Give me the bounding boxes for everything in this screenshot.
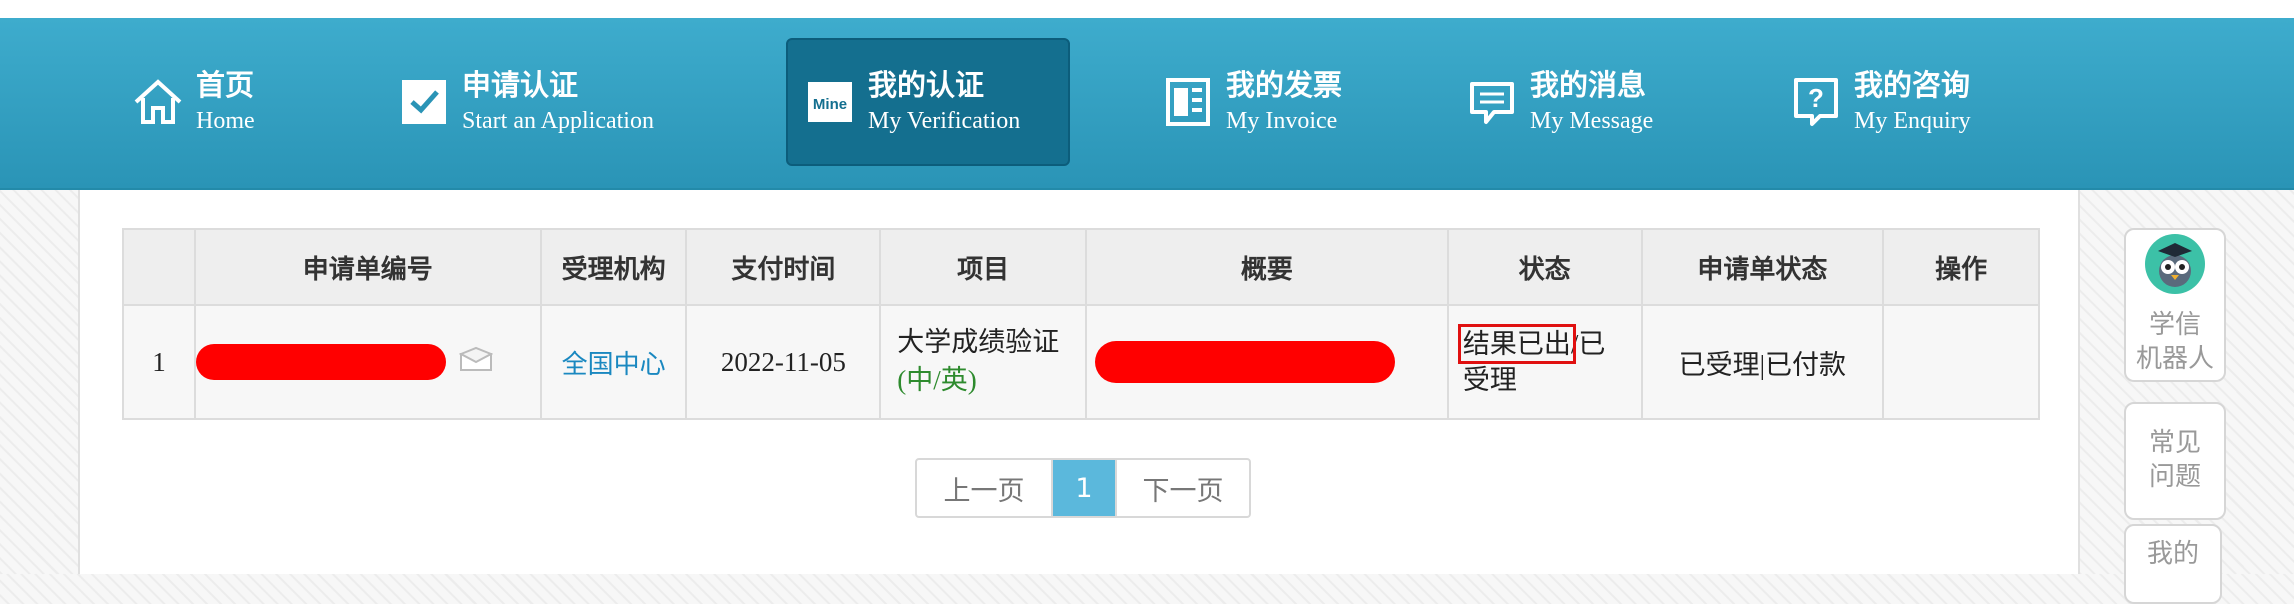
message-icon <box>1464 74 1520 130</box>
status-rest-2: 受理 <box>1462 365 1517 395</box>
col-header-project: 项目 <box>879 228 1087 306</box>
agency-link-text[interactable]: 全国中心 <box>562 350 666 380</box>
nav-my-enquiry-cn: 我的咨询 <box>1854 68 1971 103</box>
table-header-row: 申请单编号 受理机构 支付时间 项目 概要 状态 申请单状态 操作 <box>122 228 2040 306</box>
status-rest-1: /已 <box>1570 328 1606 359</box>
nav-my-invoice-cn: 我的发票 <box>1226 68 1343 103</box>
row-index: 1 <box>122 304 196 420</box>
nav-home-en: Home <box>196 108 255 135</box>
nav-start-application-cn: 申请认证 <box>462 68 579 103</box>
top-strip <box>0 0 2294 18</box>
main-panel: 申请单编号 受理机构 支付时间 项目 概要 状态 申请单状态 操作 1 全国中心 <box>78 190 2080 574</box>
status-highlight: 结果已出 <box>1457 323 1576 364</box>
nav-my-verification-cn: 我的认证 <box>868 68 985 103</box>
svg-text:?: ? <box>1808 83 1824 113</box>
nav-my-message-cn: 我的消息 <box>1530 68 1647 103</box>
faq-label-2: 问题 <box>2148 462 2201 492</box>
question-icon: ? <box>1788 74 1844 130</box>
page-1-button[interactable]: 1 <box>1053 460 1115 516</box>
summary-cell <box>1084 304 1449 420</box>
col-header-application-no: 申请单编号 <box>193 228 542 306</box>
application-status-cell: 已受理|已付款 <box>1640 304 1885 420</box>
invoice-icon <box>1160 74 1216 130</box>
faq-button[interactable]: 常见 问题 <box>2124 402 2226 520</box>
home-icon <box>130 74 186 130</box>
project-name: 大学成绩验证 <box>897 327 1060 358</box>
redaction-mark-summary <box>1094 341 1395 383</box>
records-table: 申请单编号 受理机构 支付时间 项目 概要 状态 申请单状态 操作 1 全国中心 <box>122 228 2040 420</box>
pagination: 上一页 1 下一页 <box>915 458 1251 518</box>
nav-my-verification-en: My Verification <box>868 108 1021 135</box>
nav-my-message[interactable]: 我的消息 My Message <box>1464 38 1653 166</box>
col-header-application-status: 申请单状态 <box>1640 228 1885 306</box>
status-cell: 结果已出/已 受理 <box>1446 304 1643 420</box>
nav-start-application-en: Start an Application <box>462 108 654 135</box>
col-header-status: 状态 <box>1446 228 1643 306</box>
nav-my-message-en: My Message <box>1530 108 1654 135</box>
project-language: (中/英) <box>897 365 977 395</box>
col-header-pay-time: 支付时间 <box>685 228 882 306</box>
project-cell: 大学成绩验证 (中/英) <box>879 304 1087 420</box>
agency-link[interactable]: 全国中心 <box>539 304 688 420</box>
checkbox-icon <box>396 74 452 130</box>
nav-home-cn: 首页 <box>196 68 255 103</box>
prev-page-button[interactable]: 上一页 <box>917 460 1053 516</box>
robot-button[interactable]: 学信 机器人 <box>2124 228 2226 382</box>
col-header-index <box>122 228 196 306</box>
nav-my-invoice-en: My Invoice <box>1226 108 1338 135</box>
robot-avatar-icon <box>2144 233 2206 305</box>
svg-text:Mine: Mine <box>813 96 847 113</box>
mine-button[interactable]: 我的 <box>2124 524 2222 604</box>
mine-icon: Mine <box>802 74 858 130</box>
nav-my-verification[interactable]: Mine 我的认证 My Verification <box>786 38 1070 166</box>
pay-time-cell: 2022-11-05 <box>685 304 882 420</box>
table-row: 1 全国中心 2022-11-05 大学成绩验证 (中/英) 结果已出/已 受理… <box>122 304 2040 420</box>
col-header-summary: 概要 <box>1084 228 1449 306</box>
main-nav: 首页 Home 申请认证 Start an Application Mine 我… <box>0 18 2294 190</box>
envelope-icon[interactable] <box>458 346 494 379</box>
redaction-mark <box>195 344 446 380</box>
nav-my-enquiry[interactable]: ? 我的咨询 My Enquiry <box>1788 38 1971 166</box>
action-cell <box>1882 304 2040 420</box>
nav-my-enquiry-en: My Enquiry <box>1854 108 1971 135</box>
next-page-button[interactable]: 下一页 <box>1115 460 1249 516</box>
nav-start-application[interactable]: 申请认证 Start an Application <box>396 38 654 166</box>
robot-label: 学信 机器人 <box>2135 310 2214 374</box>
nav-home[interactable]: 首页 Home <box>130 38 255 166</box>
faq-label-1: 常见 <box>2148 428 2201 459</box>
application-no-cell <box>193 304 542 420</box>
mine-label: 我的 <box>2146 539 2199 569</box>
nav-my-invoice[interactable]: 我的发票 My Invoice <box>1160 38 1342 166</box>
col-header-agency: 受理机构 <box>539 228 688 306</box>
col-header-action: 操作 <box>1882 228 2040 306</box>
